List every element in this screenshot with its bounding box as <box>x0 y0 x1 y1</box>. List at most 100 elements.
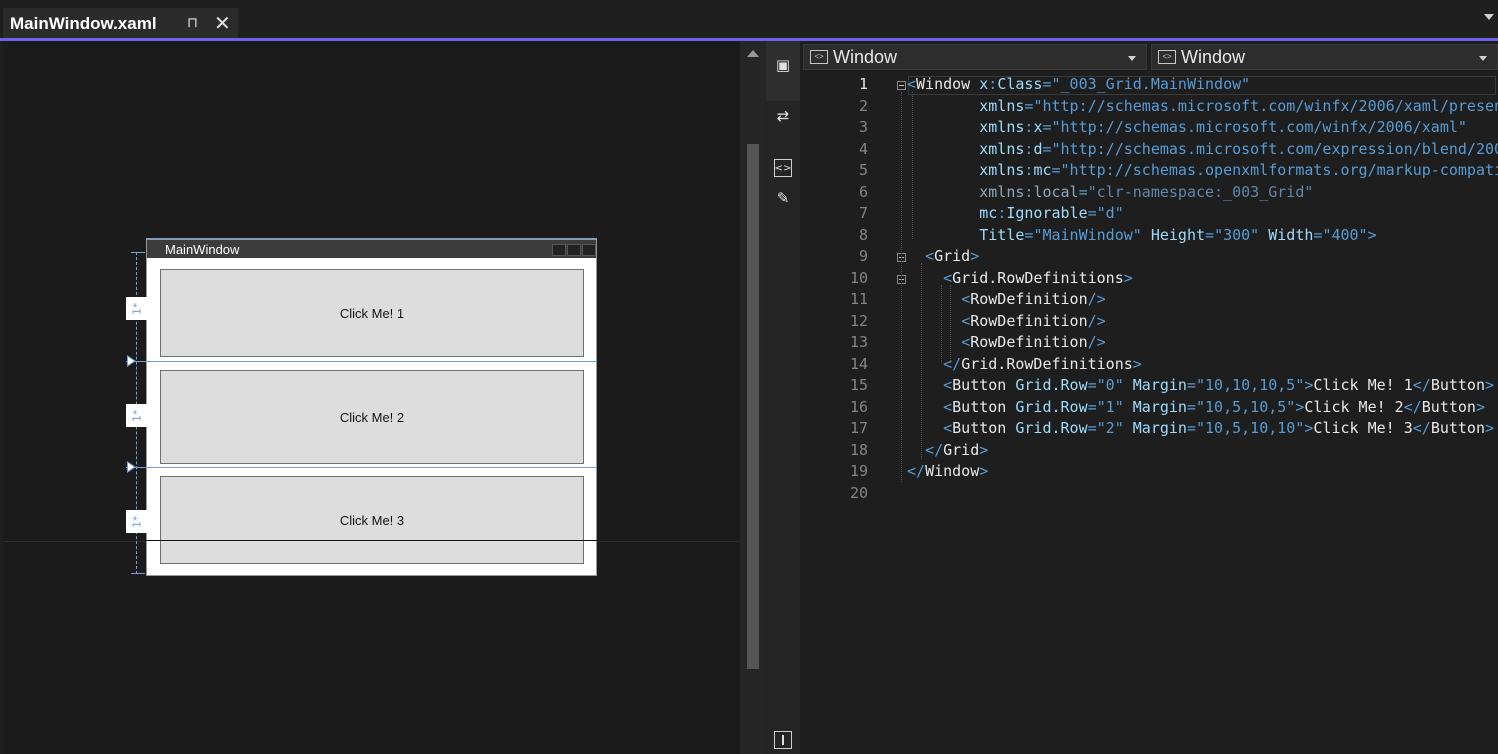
code-token: > <box>970 247 980 265</box>
code-line[interactable]: xmlns:d="http://schemas.microsoft.com/ex… <box>907 139 1498 161</box>
designer-window[interactable]: MainWindow Click Me! 1 Click Me! 2 Click… <box>146 238 597 576</box>
collapse-pane-icon[interactable] <box>774 731 792 749</box>
code-line[interactable]: </Grid> <box>907 440 988 462</box>
window-close-icon <box>582 244 596 256</box>
designer-window-bottom-line <box>146 540 597 541</box>
code-line[interactable]: <Button Grid.Row="0" Margin="10,10,10,5"… <box>907 375 1494 397</box>
row-divider-1[interactable] <box>126 361 597 362</box>
code-line[interactable]: <RowDefinition/> <box>907 311 1106 333</box>
code-token: mc <box>979 204 998 222</box>
code-token: < <box>943 397 953 416</box>
code-line[interactable]: <Window x:Class="_003_Grid.MainWindow" <box>907 74 1250 96</box>
designer-scrollbar[interactable] <box>740 41 766 754</box>
code-line[interactable]: </Window> <box>907 461 988 483</box>
button-click-me-3[interactable]: Click Me! 3 <box>160 476 584 564</box>
code-token: Click Me! 3 <box>1313 419 1413 437</box>
code-token: = <box>1051 161 1061 179</box>
line-number: 18 <box>849 440 868 459</box>
scroll-up-icon[interactable] <box>747 50 759 57</box>
row-rail-top-cap <box>131 252 145 253</box>
code-token: /> <box>1087 290 1106 308</box>
code-token: = <box>1078 182 1088 201</box>
fold-toggle-window[interactable] <box>897 81 906 90</box>
code-line[interactable]: <RowDefinition/> <box>907 332 1106 354</box>
row-size-1[interactable]: 1* <box>126 297 148 320</box>
code-line[interactable]: xmlns:local="clr-namespace:_003_Grid" <box>907 182 1313 204</box>
row-rail-bottom-cap <box>131 573 145 574</box>
code-token: /> <box>1087 333 1106 351</box>
code-line[interactable]: xmlns:mc="http://schemas.openxmlformats.… <box>907 160 1498 182</box>
code-token: RowDefinition <box>970 311 1088 330</box>
code-line[interactable]: <Button Grid.Row="2" Margin="10,5,10,10"… <box>907 418 1494 440</box>
code-line[interactable]: <Grid> <box>907 246 979 268</box>
code-line[interactable]: Title="MainWindow" Height="300" Width="4… <box>907 225 1377 247</box>
code-line[interactable]: </Grid.RowDefinitions> <box>907 354 1142 376</box>
code-token: Grid.Row <box>1015 419 1088 437</box>
code-line[interactable]: <Button Grid.Row="1" Margin="10,5,10,5">… <box>907 397 1485 419</box>
code-token: xmlns <box>979 118 1025 136</box>
code-token: "400" <box>1322 225 1368 244</box>
row-marker-2[interactable] <box>127 461 136 473</box>
code-token: /> <box>1087 311 1106 330</box>
code-token: </ <box>925 440 944 459</box>
tab-title: MainWindow.xaml <box>10 14 157 33</box>
code-token: Height <box>1150 225 1206 244</box>
code-token: Window <box>925 462 980 480</box>
nav-dropdown-right[interactable]: <> Window <box>1151 44 1498 70</box>
pin-icon[interactable]: ⊓ <box>187 15 198 31</box>
swap-panes-icon[interactable]: ⇄ <box>774 107 792 125</box>
scrollbar-thumb[interactable] <box>747 144 759 669</box>
row-size-2[interactable]: 1* <box>126 404 148 427</box>
code-token: < <box>925 247 935 265</box>
code-token: Click Me! 1 <box>1313 376 1413 394</box>
code-token: Margin <box>1132 419 1187 437</box>
row-marker-1[interactable] <box>127 355 136 367</box>
nav-dropdown-left[interactable]: <> Window <box>803 44 1147 70</box>
code-token: </ <box>907 462 926 480</box>
code-line[interactable]: <RowDefinition/> <box>907 289 1106 311</box>
xaml-editor[interactable]: <> Window <> Window 1 2 3 4 5 6 7 8 9 10 11 12 13 14 1… <box>800 41 1498 754</box>
row-divider-2[interactable] <box>126 467 597 468</box>
code-token: xmlns <box>979 182 1025 201</box>
code-token: xmlns <box>979 161 1025 179</box>
code-token: Grid <box>934 247 971 265</box>
code-token: Grid <box>943 440 980 459</box>
code-token: "_003_Grid.MainWindow" <box>1051 75 1251 93</box>
code-area[interactable]: <Window x:Class="_003_Grid.MainWindow" x… <box>907 74 1498 754</box>
code-token: > <box>1367 225 1377 244</box>
code-token: RowDefinition <box>970 333 1088 351</box>
row-size-3[interactable]: 1* <box>126 510 148 533</box>
designer-window-titlebar: MainWindow <box>147 239 596 258</box>
code-token: = <box>1186 376 1196 394</box>
button-click-me-2[interactable]: Click Me! 2 <box>160 370 584 464</box>
chevron-down-icon <box>1128 56 1136 61</box>
design-view-icon[interactable]: ▣ <box>774 56 792 74</box>
code-line[interactable]: xmlns:x="http://schemas.microsoft.com/wi… <box>907 117 1467 139</box>
line-number: 7 <box>858 204 868 222</box>
xaml-view-icon[interactable]: <> <box>774 159 792 177</box>
pane-splitter-toolbar: ▣ ⇄ <> ✎ <box>766 41 800 754</box>
line-number: 16 <box>849 397 868 416</box>
button-click-me-1[interactable]: Click Me! 1 <box>160 269 584 357</box>
code-token: Button <box>952 376 1007 394</box>
tab-mainwindow-xaml[interactable]: MainWindow.xaml ⊓ ✕ <box>3 8 238 39</box>
code-line[interactable]: xmlns="http://schemas.microsoft.com/winf… <box>907 96 1498 118</box>
tab-overflow-icon[interactable] <box>1484 14 1494 20</box>
code-token: "http://schemas.microsoft.com/expression… <box>1051 139 1498 158</box>
code-token: "clr-namespace:_003_Grid" <box>1087 182 1314 201</box>
edit-template-icon[interactable]: ✎ <box>774 189 792 207</box>
code-line[interactable]: <Grid.RowDefinitions> <box>907 268 1133 290</box>
close-icon[interactable]: ✕ <box>214 11 231 35</box>
code-token: Grid.Row <box>1015 397 1088 416</box>
code-line[interactable]: mc:Ignorable="d" <box>907 203 1124 225</box>
code-token: Margin <box>1132 376 1187 394</box>
code-token: xmlns <box>979 96 1025 115</box>
code-token: Button <box>952 419 1007 437</box>
line-number: 8 <box>858 225 868 244</box>
